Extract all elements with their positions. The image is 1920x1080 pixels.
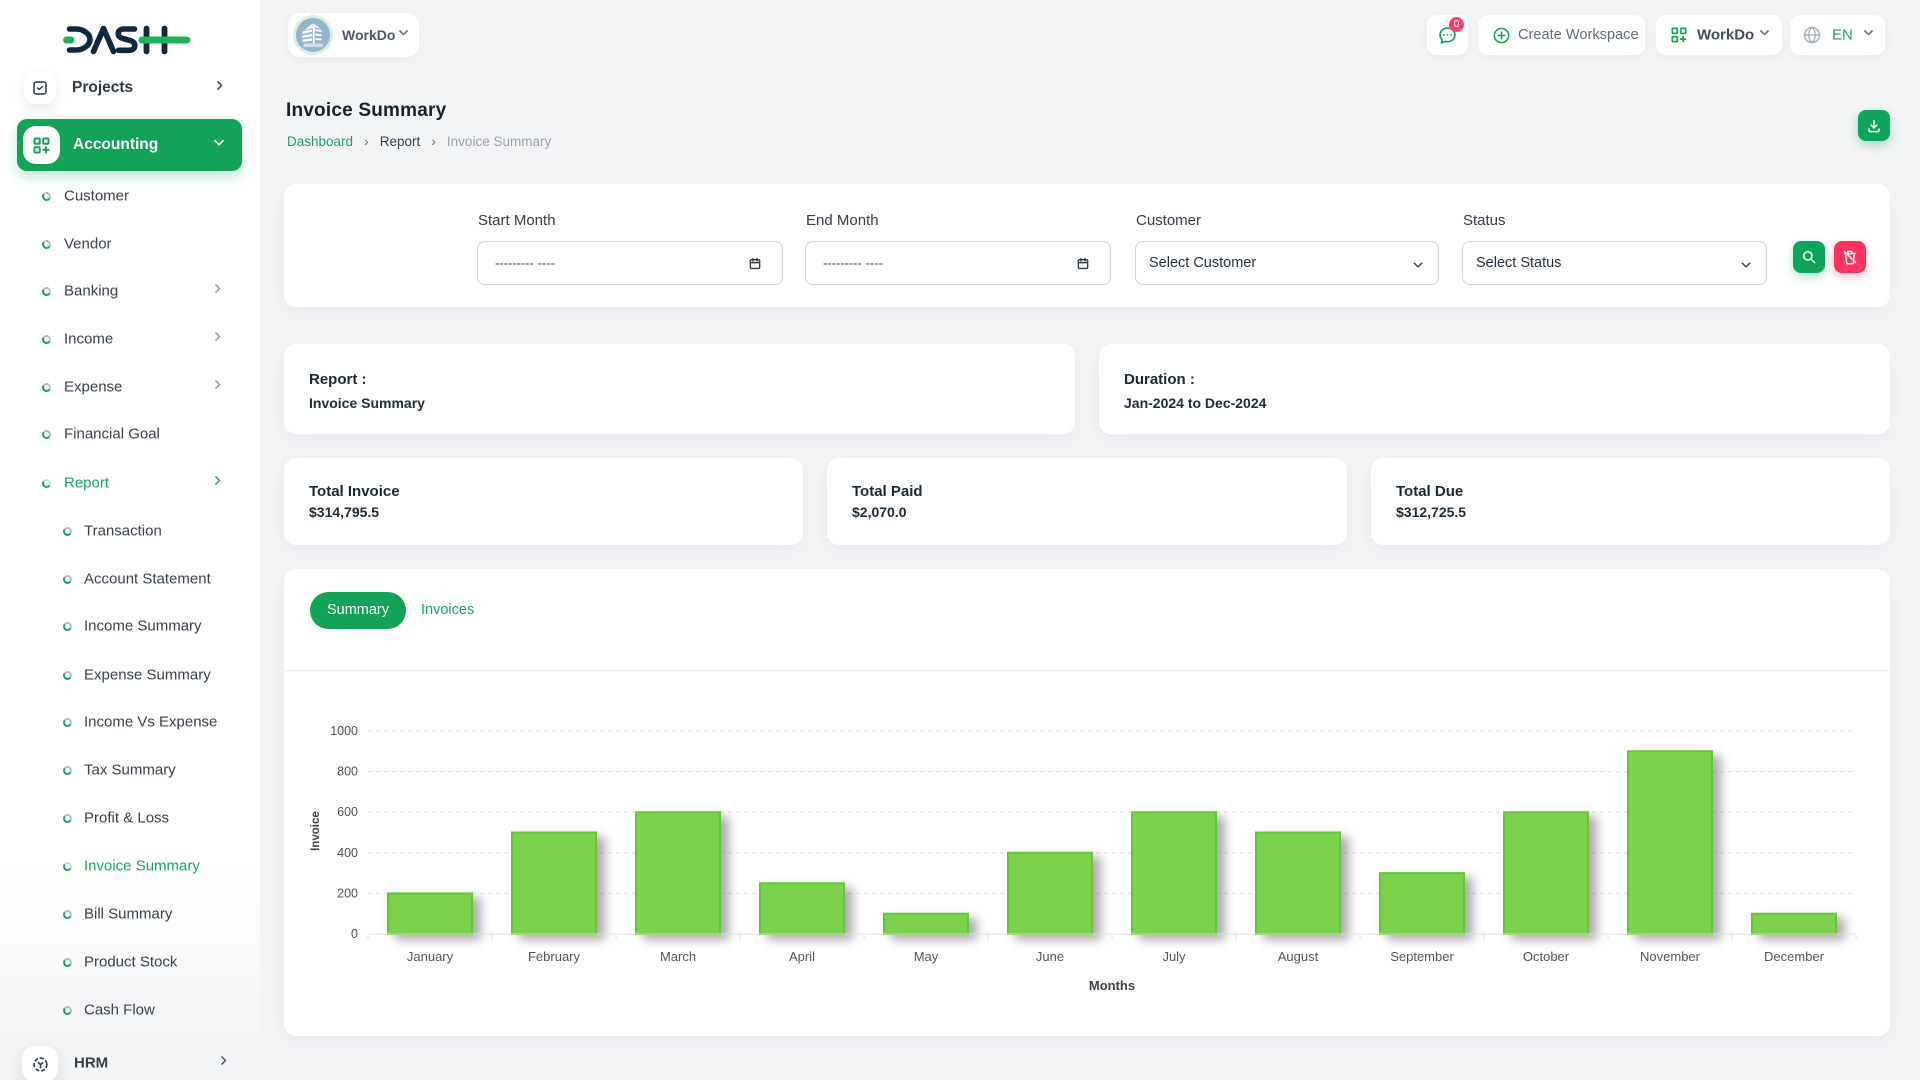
svg-text:March: March bbox=[660, 949, 696, 964]
svg-text:400: 400 bbox=[337, 846, 358, 860]
svg-text:January: January bbox=[407, 949, 454, 964]
svg-text:October: October bbox=[1523, 949, 1570, 964]
svg-text:600: 600 bbox=[337, 805, 358, 819]
svg-text:April: April bbox=[789, 949, 815, 964]
svg-text:800: 800 bbox=[337, 765, 358, 779]
svg-text:1000: 1000 bbox=[330, 724, 358, 738]
svg-text:200: 200 bbox=[337, 886, 358, 900]
svg-text:July: July bbox=[1162, 949, 1186, 964]
svg-text:February: February bbox=[528, 949, 581, 964]
svg-text:December: December bbox=[1764, 949, 1825, 964]
svg-text:June: June bbox=[1036, 949, 1064, 964]
svg-text:August: August bbox=[1278, 949, 1319, 964]
svg-text:May: May bbox=[914, 949, 939, 964]
svg-text:September: September bbox=[1390, 949, 1454, 964]
svg-text:0: 0 bbox=[351, 927, 358, 941]
svg-text:November: November bbox=[1640, 949, 1701, 964]
svg-text:Invoice: Invoice bbox=[310, 811, 322, 851]
svg-text:Months: Months bbox=[1089, 978, 1135, 993]
